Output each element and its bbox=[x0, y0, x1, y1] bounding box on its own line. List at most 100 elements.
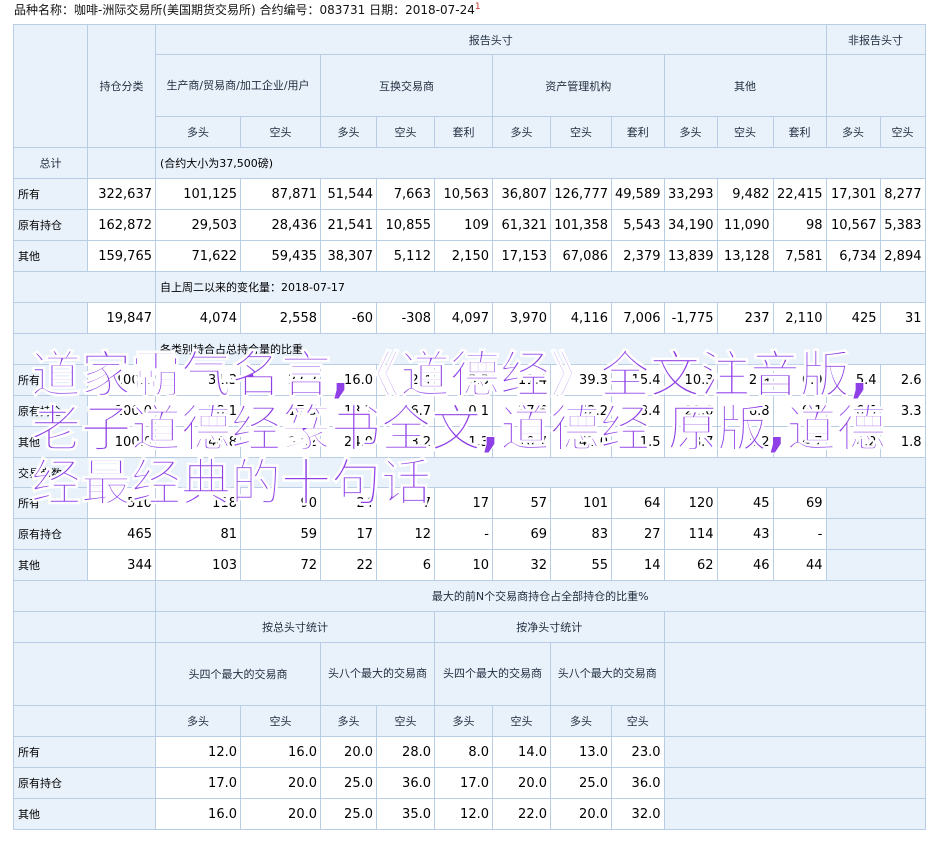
blank-cell bbox=[825, 518, 926, 550]
row-label: 原有持仓 bbox=[13, 767, 156, 799]
cell: -1,775 bbox=[663, 302, 718, 334]
table-row: 其他 344 103 72 22 6 10 32 55 14 62 46 44 bbox=[13, 549, 926, 581]
change-note: 自上周二以来的变化量：2018-07-17 bbox=[155, 271, 926, 303]
net-top8-header: 头八个最大的交易商 bbox=[550, 642, 665, 706]
cell: 118 bbox=[155, 487, 241, 519]
cell: 25.0 bbox=[550, 767, 612, 799]
table-row: 其他 100.0 44.8 37.2 24.0 3.2 1.3 10.7 42.… bbox=[13, 426, 926, 458]
cell: 27 bbox=[611, 518, 665, 550]
cell: 24.0 bbox=[320, 426, 377, 458]
cell: 11.4 bbox=[492, 364, 551, 396]
cell: 10.7 bbox=[492, 426, 551, 458]
cell: 22.0 bbox=[492, 798, 551, 830]
cell: 37.6 bbox=[492, 395, 551, 427]
cell: 109 bbox=[434, 209, 493, 241]
cell: 22,415 bbox=[772, 178, 827, 210]
cell: 103 bbox=[155, 549, 241, 581]
cell: 2.6 bbox=[879, 364, 926, 396]
cell: 28.0 bbox=[376, 736, 435, 768]
cell: 101,358 bbox=[550, 209, 612, 241]
short-header: 空头 bbox=[550, 116, 612, 148]
cell: 13,839 bbox=[663, 240, 718, 272]
cell: 12.0 bbox=[155, 736, 241, 768]
contract-size-note: (合约大小为37,500磅) bbox=[155, 147, 926, 179]
cell: 4.2 bbox=[825, 426, 881, 458]
cell: 9,482 bbox=[716, 178, 774, 210]
gross-top8-header: 头八个最大的交易商 bbox=[320, 642, 435, 706]
blank-cell bbox=[663, 767, 926, 799]
cell: 43 bbox=[716, 518, 774, 550]
cell: 29,503 bbox=[155, 209, 241, 241]
traders-note: 交易商数 bbox=[13, 457, 926, 488]
cell: 5,543 bbox=[611, 209, 665, 241]
cell: 159,765 bbox=[87, 240, 156, 272]
cell: 101 bbox=[550, 487, 612, 519]
spread-header: 套利 bbox=[772, 116, 827, 148]
cell: 465 bbox=[87, 518, 156, 550]
cell: 36,807 bbox=[492, 178, 551, 210]
managed-header: 资产管理机构 bbox=[492, 54, 665, 117]
cell: 55 bbox=[550, 549, 612, 581]
cell: 3.3 bbox=[879, 395, 926, 427]
cell: 25.0 bbox=[320, 798, 377, 830]
long-header: 多头 bbox=[550, 705, 612, 737]
cell: 14 bbox=[611, 549, 665, 581]
blank-cell bbox=[825, 549, 926, 581]
cell: 32 bbox=[492, 549, 551, 581]
table-row: 原有持仓 162,872 29,503 28,436 21,541 10,855… bbox=[13, 209, 926, 241]
cell: 2,558 bbox=[240, 302, 321, 334]
cell: - bbox=[434, 518, 493, 550]
cell: 13.2 bbox=[320, 395, 377, 427]
cell: 4.7 bbox=[772, 426, 827, 458]
short-header: 空头 bbox=[492, 705, 551, 737]
cell: 31.3 bbox=[155, 364, 241, 396]
cell: 10.3 bbox=[663, 364, 718, 396]
category-header: 持仓分类 bbox=[87, 24, 156, 148]
cell: 33,293 bbox=[663, 178, 718, 210]
cell: 126,777 bbox=[550, 178, 612, 210]
cell: 6.8 bbox=[716, 395, 774, 427]
cell: 16.0 bbox=[155, 798, 241, 830]
cell: 20.0 bbox=[240, 798, 321, 830]
cell: 6 bbox=[376, 549, 435, 581]
cell: 18.1 bbox=[155, 395, 241, 427]
cell: 6.5 bbox=[825, 395, 881, 427]
cell: 2,110 bbox=[772, 302, 827, 334]
spread-header: 套利 bbox=[434, 116, 493, 148]
swap-header: 互换交易商 bbox=[320, 54, 493, 117]
row-label: 所有 bbox=[13, 736, 156, 768]
cell: 16.0 bbox=[320, 364, 377, 396]
cell: 87,871 bbox=[240, 178, 321, 210]
cell: 19,847 bbox=[87, 302, 156, 334]
cell: 3.2 bbox=[376, 426, 435, 458]
cell: 2,150 bbox=[434, 240, 493, 272]
cell: 32.0 bbox=[611, 798, 665, 830]
cell: 90 bbox=[240, 487, 321, 519]
page-title: 品种名称：咖啡-洲际交易所(美国期货交易所) 合约编号：083731 日期：20… bbox=[14, 2, 481, 17]
cell: 100.0 bbox=[87, 426, 156, 458]
cell: 36.0 bbox=[611, 767, 665, 799]
spread-header: 套利 bbox=[611, 116, 665, 148]
table-row: 其他 16.0 20.0 25.0 35.0 12.0 22.0 20.0 32… bbox=[13, 798, 926, 830]
gross-header: 按总头寸统计 bbox=[155, 611, 435, 643]
cell: 72 bbox=[240, 549, 321, 581]
long-header: 多头 bbox=[434, 705, 493, 737]
cell: 61,321 bbox=[492, 209, 551, 241]
cell: 10,563 bbox=[434, 178, 493, 210]
cell: 4,116 bbox=[550, 302, 612, 334]
cell: 1.5 bbox=[611, 426, 665, 458]
cell: 31 bbox=[879, 302, 926, 334]
cell: 3.4 bbox=[611, 395, 665, 427]
cell: 20.0 bbox=[492, 767, 551, 799]
table-row: 19,847 4,074 2,558 -60 -308 4,097 3,970 … bbox=[13, 302, 926, 334]
cell: 15.4 bbox=[611, 364, 665, 396]
table-row: 原有持仓 465 81 59 17 12 - 69 83 27 114 43 - bbox=[13, 518, 926, 550]
cell: 3.3 bbox=[434, 364, 493, 396]
cell: 4,097 bbox=[434, 302, 493, 334]
reportable-header: 报告头寸 bbox=[155, 24, 827, 55]
net-top4-header: 头四个最大的交易商 bbox=[434, 642, 551, 706]
row-label: 所有 bbox=[13, 487, 88, 519]
cell: 7,663 bbox=[376, 178, 435, 210]
cell: 62.2 bbox=[550, 395, 612, 427]
long-header: 多头 bbox=[320, 705, 377, 737]
